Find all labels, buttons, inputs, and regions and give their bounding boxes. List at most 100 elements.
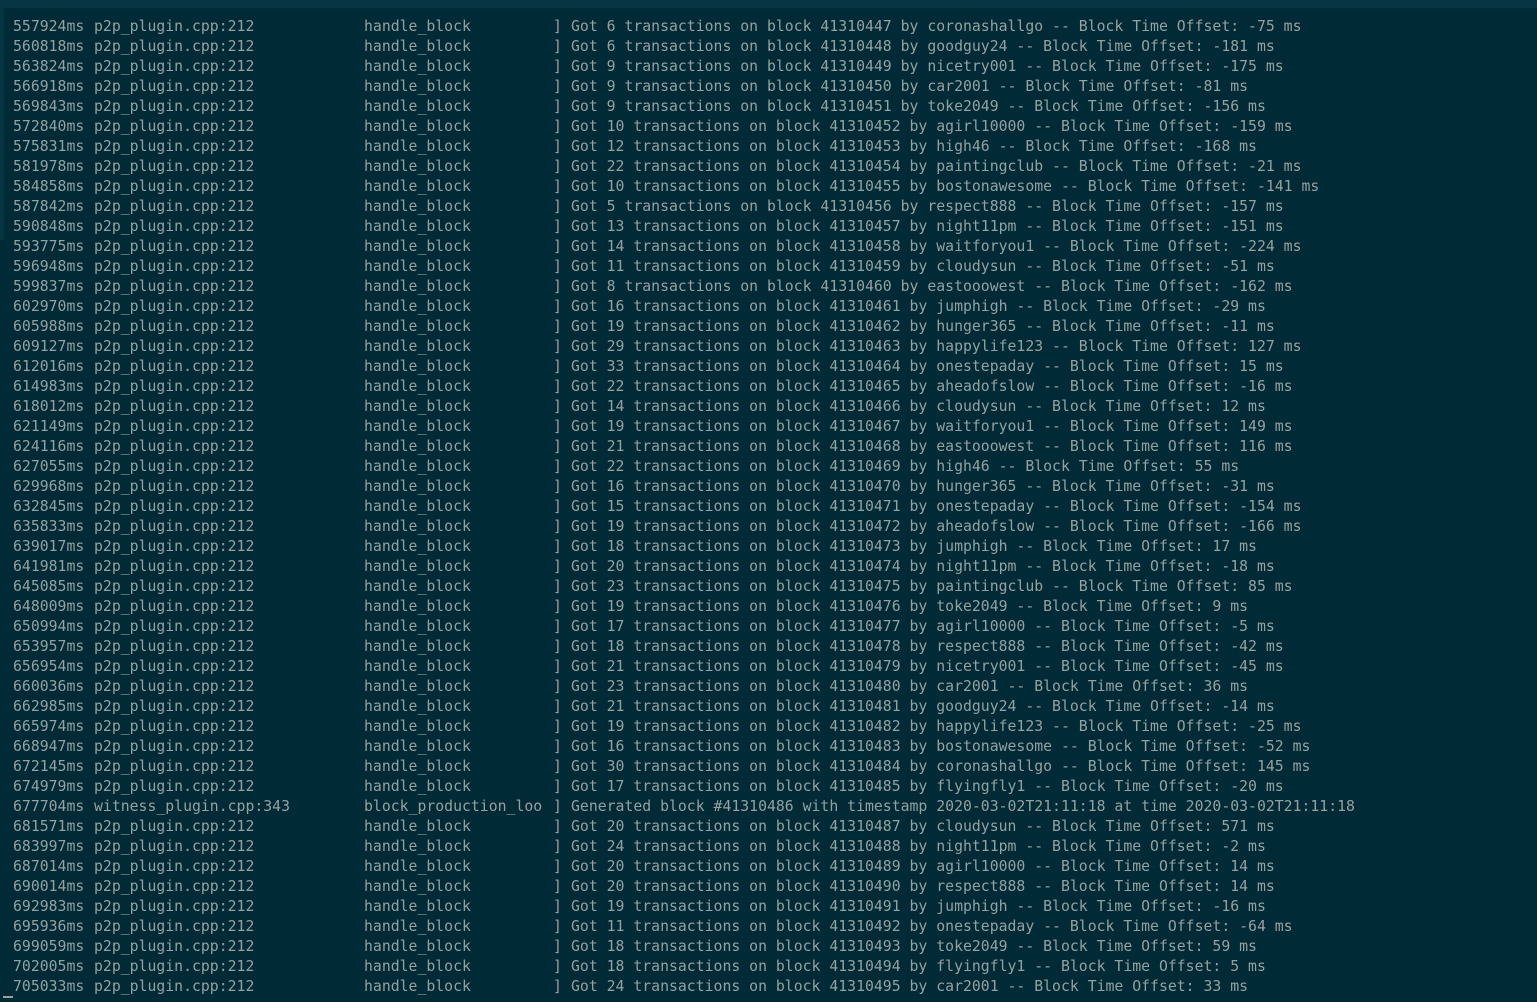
log-message: Got 17 transactions on block 41310485 by… — [571, 778, 1284, 795]
log-message: Got 33 transactions on block 41310464 by… — [571, 358, 1284, 375]
timestamp: 618012ms — [13, 398, 85, 415]
source-file: p2p_plugin.cpp:212 — [94, 858, 255, 875]
bracket: ] — [553, 678, 562, 695]
function-name: handle_block — [364, 818, 471, 835]
timestamp: 624116ms — [13, 438, 85, 455]
bracket: ] — [553, 958, 562, 975]
bracket: ] — [553, 718, 562, 735]
timestamp: 584858ms — [13, 178, 85, 195]
timestamp: 563824ms — [13, 58, 85, 75]
log-message: Got 12 transactions on block 41310453 by… — [571, 138, 1257, 155]
function-name: handle_block — [364, 398, 471, 415]
function-name: handle_block — [364, 438, 471, 455]
function-name: handle_block — [364, 138, 471, 155]
log-message: Got 24 transactions on block 41310495 by… — [571, 978, 1249, 995]
log-message: Got 15 transactions on block 41310471 by… — [571, 498, 1302, 515]
function-name: handle_block — [364, 258, 471, 275]
timestamp: 692983ms — [13, 898, 85, 915]
bracket: ] — [553, 218, 562, 235]
source-file: p2p_plugin.cpp:212 — [94, 398, 255, 415]
function-name: handle_block — [364, 918, 471, 935]
log-message: Got 11 transactions on block 41310459 by… — [571, 258, 1275, 275]
log-message: Got 20 transactions on block 41310487 by… — [571, 818, 1275, 835]
function-name: handle_block — [364, 678, 471, 695]
source-file: p2p_plugin.cpp:212 — [94, 58, 255, 75]
bracket: ] — [553, 818, 562, 835]
log-message: Got 23 transactions on block 41310475 by… — [571, 578, 1293, 595]
log-message: Got 17 transactions on block 41310477 by… — [571, 618, 1275, 635]
function-name: handle_block — [364, 938, 471, 955]
log-message: Got 20 transactions on block 41310474 by… — [571, 558, 1275, 575]
source-file: p2p_plugin.cpp:212 — [94, 618, 255, 635]
log-message: Got 6 transactions on block 41310448 by … — [571, 38, 1275, 55]
timestamp: 560818ms — [13, 38, 85, 55]
source-file: p2p_plugin.cpp:212 — [94, 138, 255, 155]
timestamp: 681571ms — [13, 818, 85, 835]
log-message: Got 18 transactions on block 41310493 by… — [571, 938, 1257, 955]
function-name: handle_block — [364, 898, 471, 915]
function-name: handle_block — [364, 778, 471, 795]
log-message: Got 18 transactions on block 41310494 by… — [571, 958, 1266, 975]
source-file: p2p_plugin.cpp:212 — [94, 118, 255, 135]
log-message: Got 5 transactions on block 41310456 by … — [571, 198, 1284, 215]
timestamp: 587842ms — [13, 198, 85, 215]
source-file: p2p_plugin.cpp:212 — [94, 98, 255, 115]
timestamp: 648009ms — [13, 598, 85, 615]
bracket: ] — [553, 258, 562, 275]
bracket: ] — [553, 358, 562, 375]
bracket: ] — [553, 938, 562, 955]
source-file: p2p_plugin.cpp:212 — [94, 298, 255, 315]
log-message: Got 19 transactions on block 41310467 by… — [571, 418, 1293, 435]
log-message: Got 19 transactions on block 41310472 by… — [571, 518, 1302, 535]
scroll-marker — [0, 8, 4, 240]
source-file: p2p_plugin.cpp:212 — [94, 318, 255, 335]
function-name: handle_block — [364, 538, 471, 555]
timestamp: 665974ms — [13, 718, 85, 735]
source-file: p2p_plugin.cpp:212 — [94, 978, 255, 995]
timestamp: 687014ms — [13, 858, 85, 875]
terminal-cursor — [3, 996, 13, 998]
log-message: Got 19 transactions on block 41310462 by… — [571, 318, 1275, 335]
function-name: handle_block — [364, 478, 471, 495]
source-file: p2p_plugin.cpp:212 — [94, 758, 255, 775]
log-message: Got 22 transactions on block 41310454 by… — [571, 158, 1302, 175]
bracket: ] — [553, 658, 562, 675]
bracket: ] — [553, 318, 562, 335]
bracket: ] — [553, 698, 562, 715]
source-file: p2p_plugin.cpp:212 — [94, 218, 255, 235]
log-message: Got 9 transactions on block 41310450 by … — [571, 78, 1249, 95]
source-file: p2p_plugin.cpp:212 — [94, 18, 255, 35]
timestamp: 662985ms — [13, 698, 85, 715]
bracket: ] — [553, 118, 562, 135]
log-message: Got 9 transactions on block 41310451 by … — [571, 98, 1266, 115]
function-name: handle_block — [364, 758, 471, 775]
terminal-window[interactable]: 557924ms p2p_plugin.cpp:212 handle_block] G… — [0, 0, 1537, 1002]
bracket: ] — [553, 638, 562, 655]
bracket: ] — [553, 418, 562, 435]
bracket: ] — [553, 498, 562, 515]
function-name: handle_block — [364, 198, 471, 215]
function-name: handle_block — [364, 178, 471, 195]
timestamp: 575831ms — [13, 138, 85, 155]
timestamp: 602970ms — [13, 298, 85, 315]
log-message: Generated block #41310486 with timestamp… — [571, 798, 1355, 815]
log-message: Got 29 transactions on block 41310463 by… — [571, 338, 1302, 355]
log-message: Got 10 transactions on block 41310455 by… — [571, 178, 1320, 195]
bracket: ] — [553, 978, 562, 995]
source-file: p2p_plugin.cpp:212 — [94, 438, 255, 455]
function-name: handle_block — [364, 838, 471, 855]
source-file: p2p_plugin.cpp:212 — [94, 778, 255, 795]
timestamp: 672145ms — [13, 758, 85, 775]
log-message: Got 24 transactions on block 41310488 by… — [571, 838, 1266, 855]
log-message: Got 9 transactions on block 41310449 by … — [571, 58, 1284, 75]
timestamp: 605988ms — [13, 318, 85, 335]
source-file: p2p_plugin.cpp:212 — [94, 238, 255, 255]
function-name: handle_block — [364, 158, 471, 175]
log-message: Got 18 transactions on block 41310478 by… — [571, 638, 1284, 655]
log-message: Got 11 transactions on block 41310492 by… — [571, 918, 1293, 935]
function-name: handle_block — [364, 218, 471, 235]
function-name: handle_block — [364, 338, 471, 355]
source-file: p2p_plugin.cpp:212 — [94, 898, 255, 915]
timestamp: 614983ms — [13, 378, 85, 395]
source-file: p2p_plugin.cpp:212 — [94, 718, 255, 735]
